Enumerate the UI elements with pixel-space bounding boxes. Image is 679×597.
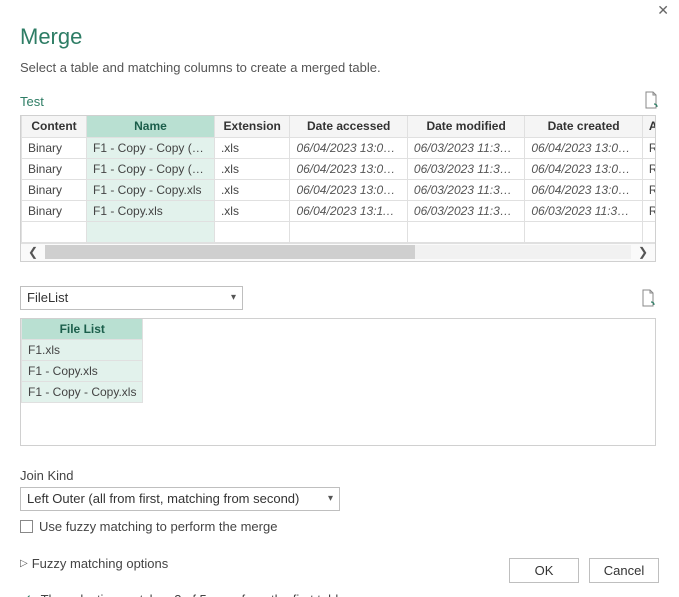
merge-dialog: Merge Select a table and matching column…: [0, 0, 679, 597]
chevron-down-icon: ▾: [231, 292, 236, 303]
cell-created: 06/04/2023 13:01:57: [525, 137, 642, 158]
table-row[interactable]: Binary F1 - Copy - Copy (3).xls .xls 06/…: [22, 158, 657, 179]
col-header-attributes[interactable]: Attribut: [642, 116, 656, 137]
cell-modified: 06/03/2023 11:32:13: [407, 179, 524, 200]
cell-attr: Record: [642, 200, 656, 221]
fuzzy-options-label: Fuzzy matching options: [32, 556, 169, 571]
first-table-grid[interactable]: Content Name Extension Date accessed Dat…: [20, 115, 656, 262]
cell-ext: .xls: [214, 200, 290, 221]
cell-accessed: 06/04/2023 13:01:57: [290, 137, 407, 158]
cell-attr: Record: [642, 179, 656, 200]
col-header-content[interactable]: Content: [22, 116, 87, 137]
status-text: The selection matches 3 of 5 rows from t…: [41, 592, 350, 597]
cancel-button[interactable]: Cancel: [589, 558, 659, 583]
horizontal-scrollbar[interactable]: ❮ ❯: [21, 243, 655, 261]
scroll-left-icon[interactable]: ❮: [21, 243, 45, 261]
ok-button[interactable]: OK: [509, 558, 579, 583]
table-header-row[interactable]: Content Name Extension Date accessed Dat…: [22, 116, 657, 137]
table-row[interactable]: Binary F1 - Copy.xls .xls 06/04/2023 13:…: [22, 200, 657, 221]
chevron-down-icon: ▾: [328, 493, 333, 504]
cell-ext: .xls: [214, 137, 290, 158]
scroll-track[interactable]: [45, 245, 631, 259]
triangle-right-icon: ▷: [20, 558, 28, 569]
cell-ext: .xls: [214, 179, 290, 200]
table-row[interactable]: F1 - Copy - Copy.xls: [22, 381, 143, 402]
scroll-right-icon[interactable]: ❯: [631, 243, 655, 261]
col-header-date-accessed[interactable]: Date accessed: [290, 116, 407, 137]
cell-content: Binary: [22, 158, 87, 179]
fuzzy-checkbox-row[interactable]: Use fuzzy matching to perform the merge: [20, 519, 659, 534]
col-header-date-created[interactable]: Date created: [525, 116, 642, 137]
cell-content: Binary: [22, 200, 87, 221]
cell-modified: 06/03/2023 11:32:13: [407, 137, 524, 158]
col-header-filelist[interactable]: File List: [22, 319, 143, 340]
cell-accessed: 06/04/2023 13:01:59: [290, 158, 407, 179]
close-icon[interactable]: ✕: [657, 2, 669, 19]
cell-file: F1.xls: [22, 339, 143, 360]
cell-modified: 06/03/2023 11:32:13: [407, 200, 524, 221]
join-kind-select[interactable]: Left Outer (all from first, matching fro…: [20, 487, 340, 511]
cell-name: F1 - Copy - Copy.xls: [87, 179, 215, 200]
table-row[interactable]: Binary F1 - Copy - Copy.xls .xls 06/04/2…: [22, 179, 657, 200]
cell-accessed: 06/04/2023 13:11:27: [290, 200, 407, 221]
cell-file: F1 - Copy - Copy.xls: [22, 381, 143, 402]
col-header-date-modified[interactable]: Date modified: [407, 116, 524, 137]
dialog-subtitle: Select a table and matching columns to c…: [20, 60, 659, 75]
table-row-partial: [22, 221, 657, 242]
cell-attr: Record: [642, 158, 656, 179]
col-header-extension[interactable]: Extension: [214, 116, 290, 137]
table-row[interactable]: F1.xls: [22, 339, 143, 360]
first-table-name: Test: [20, 94, 44, 109]
second-table-selected: FileList: [27, 290, 68, 305]
table-options-icon[interactable]: [640, 289, 656, 307]
cell-attr: Record: [642, 137, 656, 158]
cell-content: Binary: [22, 179, 87, 200]
cell-name: F1 - Copy.xls: [87, 200, 215, 221]
join-kind-label: Join Kind: [20, 468, 659, 483]
cell-content: Binary: [22, 137, 87, 158]
cell-accessed: 06/04/2023 13:01:56: [290, 179, 407, 200]
col-header-name[interactable]: Name: [87, 116, 215, 137]
fuzzy-checkbox-label: Use fuzzy matching to perform the merge: [39, 519, 277, 534]
dialog-title: Merge: [20, 24, 659, 50]
join-kind-selected: Left Outer (all from first, matching fro…: [27, 491, 299, 506]
second-table-grid[interactable]: File List F1.xls F1 - Copy.xls F1 - Copy…: [20, 318, 656, 446]
table-options-icon[interactable]: [643, 91, 659, 109]
cell-name: F1 - Copy - Copy (3).xls: [87, 158, 215, 179]
table-row[interactable]: F1 - Copy.xls: [22, 360, 143, 381]
second-table-select[interactable]: FileList ▾: [20, 286, 243, 310]
cell-created: 06/03/2023 11:32:26: [525, 200, 642, 221]
cell-created: 06/04/2023 13:01:55: [525, 179, 642, 200]
cell-name: F1 - Copy - Copy (2).xls: [87, 137, 215, 158]
checkmark-icon: ✓: [20, 591, 33, 597]
table-row[interactable]: Binary F1 - Copy - Copy (2).xls .xls 06/…: [22, 137, 657, 158]
cell-created: 06/04/2023 13:01:58: [525, 158, 642, 179]
cell-file: F1 - Copy.xls: [22, 360, 143, 381]
scroll-thumb[interactable]: [45, 245, 415, 259]
cell-ext: .xls: [214, 158, 290, 179]
cell-modified: 06/03/2023 11:32:13: [407, 158, 524, 179]
fuzzy-checkbox[interactable]: [20, 520, 33, 533]
